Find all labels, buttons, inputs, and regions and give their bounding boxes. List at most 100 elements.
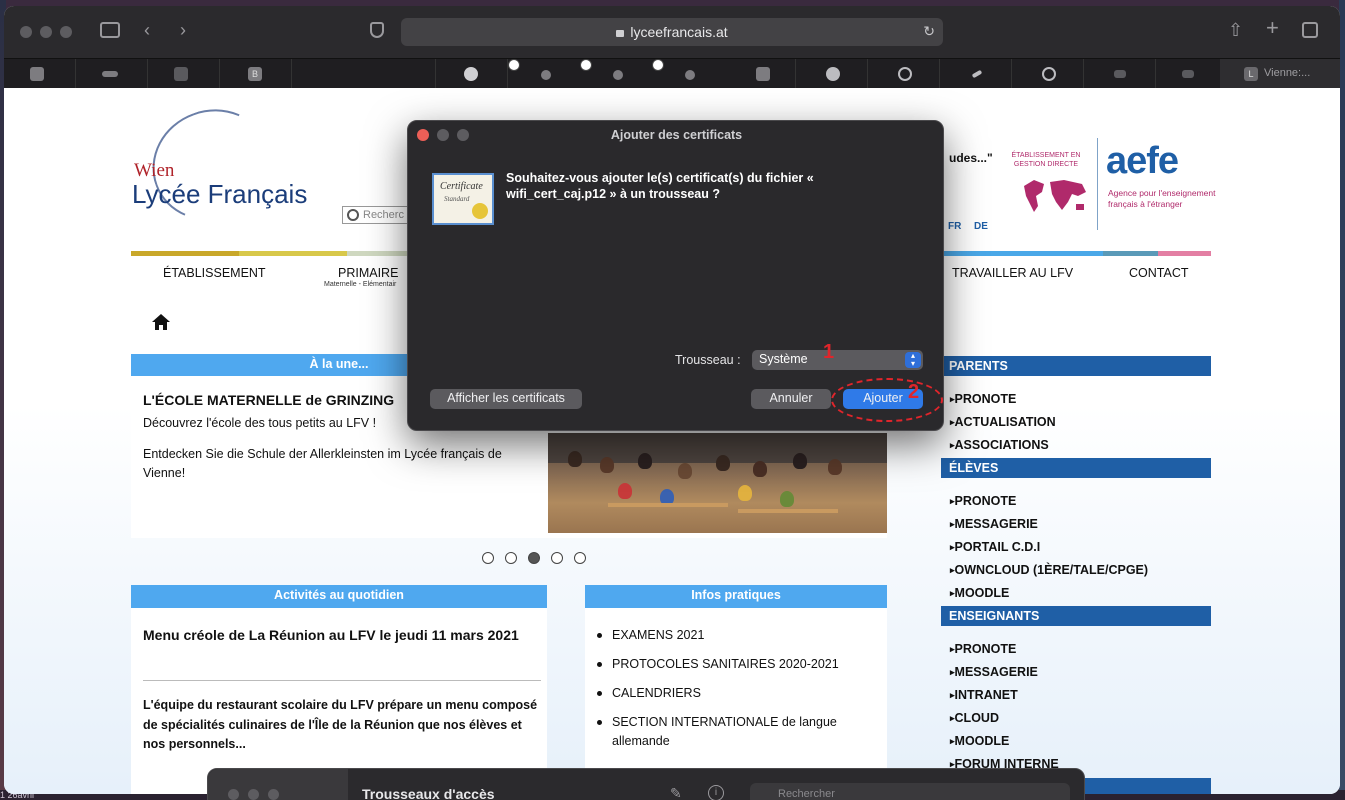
activites-card (131, 585, 547, 794)
tab-favicon-10[interactable] (796, 59, 868, 89)
tab-blank[interactable] (292, 59, 436, 89)
sidebar-header-parents: PARENTS (941, 356, 1211, 376)
keychain-zoom-button[interactable] (268, 789, 279, 800)
sidebar-header-eleves: ÉLÈVES (941, 458, 1211, 478)
slide-text-de: Entdecken Sie die Schule der Allerkleins… (143, 447, 502, 480)
window-close-button[interactable] (20, 26, 32, 38)
lang-fr-link[interactable]: FR (948, 221, 961, 232)
menu-article-title[interactable]: Menu créole de La Réunion au LFV le jeud… (143, 624, 533, 646)
address-bar[interactable]: lyceefrancais.at ↻ (401, 18, 943, 46)
nav-etablissement[interactable]: ÉTABLISSEMENT (163, 266, 266, 280)
infos-item[interactable]: SECTION INTERNATIONALE de langue alleman… (597, 713, 882, 751)
compose-icon[interactable]: ✎ (670, 785, 682, 800)
nav-color-strip (941, 251, 1103, 256)
carousel-dot-1[interactable] (482, 552, 494, 564)
nav-travailler[interactable]: TRAVAILLER AU LFV (952, 266, 1073, 280)
tab-favicon-15[interactable] (1152, 59, 1224, 89)
tab-favicon-13[interactable] (1012, 59, 1084, 89)
site-search-input[interactable]: Recherc (342, 206, 410, 224)
nav-contact[interactable]: CONTACT (1129, 266, 1189, 280)
tab-favicon-14[interactable] (1084, 59, 1156, 89)
tab-favicon-8[interactable] (652, 59, 695, 80)
nav-color-strip (131, 251, 239, 256)
add-certificates-dialog: Ajouter des certificats Certificate Stan… (407, 120, 944, 431)
tab-favicon-3[interactable] (148, 59, 220, 89)
keychain-search-input[interactable]: Rechercher (750, 783, 1070, 800)
forward-arrow-icon[interactable]: › (180, 20, 186, 40)
infos-item[interactable]: PROTOCOLES SANITAIRES 2020-2021 (597, 655, 882, 674)
tab-favicon-4[interactable]: B (220, 59, 292, 89)
reload-icon[interactable]: ↻ (923, 23, 935, 40)
certificate-seal-icon (472, 203, 488, 219)
info-icon[interactable]: i (708, 785, 724, 800)
dialog-message: Souhaitez-vous ajouter le(s) certificat(… (506, 171, 814, 201)
sidebar-item-eleves-moodle[interactable]: MOODLE (950, 586, 1010, 600)
carousel-dot-2[interactable] (505, 552, 517, 564)
sidebar-item-actualisation[interactable]: ACTUALISATION (950, 415, 1056, 429)
sidebar-item-intranet[interactable]: INTRANET (950, 688, 1018, 702)
sidebar-item-eleves-pronote[interactable]: PRONOTE (950, 494, 1017, 508)
dialog-title: Ajouter des certificats (610, 128, 743, 142)
tab-favicon-9[interactable] (724, 59, 796, 89)
nav-primaire[interactable]: PRIMAIRE (338, 266, 398, 280)
url-text: lyceefrancais.at (630, 24, 728, 40)
tab-favicon-6[interactable] (508, 59, 551, 80)
tab-favicon-5[interactable] (436, 59, 508, 89)
infos-list: EXAMENS 2021 PROTOCOLES SANITAIRES 2020-… (597, 626, 882, 761)
keychain-close-button[interactable] (228, 789, 239, 800)
trousseau-label: Trousseau : (675, 353, 741, 367)
infos-item[interactable]: CALENDRIERS (597, 684, 882, 703)
tab-favicon-2[interactable] (76, 59, 148, 89)
sidebar-item-ens-pronote[interactable]: PRONOTE (950, 642, 1017, 656)
tab-favicon-1[interactable] (4, 59, 76, 89)
aefe-subtitle: Agence pour l'enseignement français à l'… (1108, 188, 1216, 209)
sidebar-item-cloud[interactable]: CLOUD (950, 711, 999, 725)
carousel-dot-4[interactable] (551, 552, 563, 564)
aefe-logo[interactable]: aefe (1106, 140, 1179, 183)
sidebar-item-associations[interactable]: ASSOCIATIONS (950, 438, 1049, 452)
home-icon[interactable] (152, 314, 170, 330)
nav-color-strip (239, 251, 347, 256)
tab-active[interactable]: L Vienne:... (1220, 59, 1340, 89)
window-minimize-button[interactable] (40, 26, 52, 38)
sidebar-item-ens-messagerie[interactable]: MESSAGERIE (950, 665, 1038, 679)
nav-color-strip (1103, 251, 1158, 256)
slide-title[interactable]: L'ÉCOLE MATERNELLE de GRINZING (143, 392, 394, 408)
logo-lycee-francais[interactable]: Lycée Français (132, 179, 307, 210)
tab-active-label: Vienne:... (1264, 67, 1311, 79)
new-tab-icon[interactable]: + (1266, 17, 1279, 39)
share-icon[interactable]: ⇧ (1228, 20, 1243, 40)
tab-favicon-7[interactable] (580, 59, 623, 80)
lang-de-link[interactable]: DE (974, 221, 988, 232)
carousel-dot-5[interactable] (574, 552, 586, 564)
infos-item[interactable]: EXAMENS 2021 (597, 626, 882, 645)
window-zoom-button[interactable] (60, 26, 72, 38)
privacy-shield-icon[interactable] (370, 22, 384, 38)
menu-article-text[interactable]: L'équipe du restaurant scolaire du LFV p… (143, 696, 543, 755)
trousseau-select[interactable]: Système ▴ ▾ (752, 350, 923, 370)
cancel-button[interactable]: Annuler (751, 389, 831, 409)
sidebar-item-portail-cdi[interactable]: PORTAIL C.D.I (950, 540, 1041, 554)
keychain-minimize-button[interactable] (248, 789, 259, 800)
annotation-ellipse (831, 378, 943, 422)
sidebar-item-parents-pronote[interactable]: PRONOTE (950, 392, 1017, 406)
etudes-text: udes..." (949, 151, 993, 165)
sidebar-item-ens-moodle[interactable]: MOODLE (950, 734, 1010, 748)
tab-favicon-12[interactable] (940, 59, 1012, 89)
browser-toolbar: ‹ › lyceefrancais.at ↻ ⇧ + (4, 6, 1340, 58)
tab-favicon-11[interactable] (868, 59, 940, 89)
activites-header: Activités au quotidien (131, 585, 547, 608)
tab-overview-icon[interactable] (1302, 22, 1318, 38)
sidebar-item-owncloud[interactable]: OWNCLOUD (1ÈRE/TALE/CPGE) (950, 563, 1149, 577)
tab-active-icon: L (1244, 67, 1258, 81)
back-arrow-icon[interactable]: ‹ (144, 20, 150, 40)
sidebar-item-eleves-messagerie[interactable]: MESSAGERIE (950, 517, 1038, 531)
sidebar-toggle-icon[interactable] (100, 22, 120, 38)
sidebar-header-enseignants: ENSEIGNANTS (941, 606, 1211, 626)
keychain-access-window: Trousseaux d'accès ✎ i Rechercher (207, 768, 1085, 800)
infos-header: Infos pratiques (585, 585, 887, 608)
carousel-dot-3[interactable] (528, 552, 540, 564)
lock-icon (616, 30, 625, 37)
show-certificates-button[interactable]: Afficher les certificats (430, 389, 582, 409)
tab-bar: B L Vienne:... (4, 58, 1340, 89)
